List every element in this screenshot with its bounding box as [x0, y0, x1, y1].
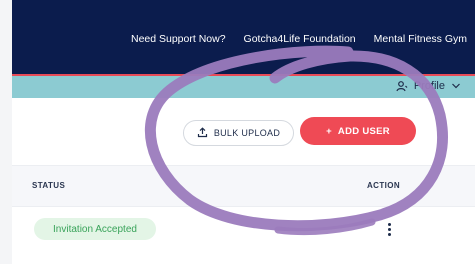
- add-user-label: ADD USER: [337, 125, 390, 137]
- status-badge: Invitation Accepted: [34, 218, 156, 240]
- table-header: [12, 165, 475, 207]
- mental-fitness-gym-link[interactable]: Mental Fitness Gym: [374, 33, 467, 45]
- bulk-upload-button[interactable]: BULK UPLOAD: [183, 120, 294, 146]
- top-navigation-bar: Need Support Now? Gotcha4Life Foundation…: [12, 0, 475, 74]
- user-icon: [396, 80, 408, 92]
- chevron-down-icon: [451, 82, 461, 90]
- more-actions-icon[interactable]: [382, 220, 396, 238]
- plus-icon: +: [326, 125, 332, 137]
- action-column-header: ACTION: [367, 181, 401, 190]
- top-links: Need Support Now? Gotcha4Life Foundation…: [131, 33, 475, 45]
- add-user-button[interactable]: + ADD USER: [300, 117, 416, 145]
- profile-menu[interactable]: Profile: [396, 80, 461, 92]
- upload-icon: [197, 126, 208, 140]
- gotcha4life-link[interactable]: Gotcha4Life Foundation: [244, 33, 356, 45]
- need-support-link[interactable]: Need Support Now?: [131, 33, 226, 45]
- status-column-header: STATUS: [32, 181, 66, 190]
- bulk-upload-label: BULK UPLOAD: [213, 128, 281, 138]
- profile-label: Profile: [413, 80, 445, 92]
